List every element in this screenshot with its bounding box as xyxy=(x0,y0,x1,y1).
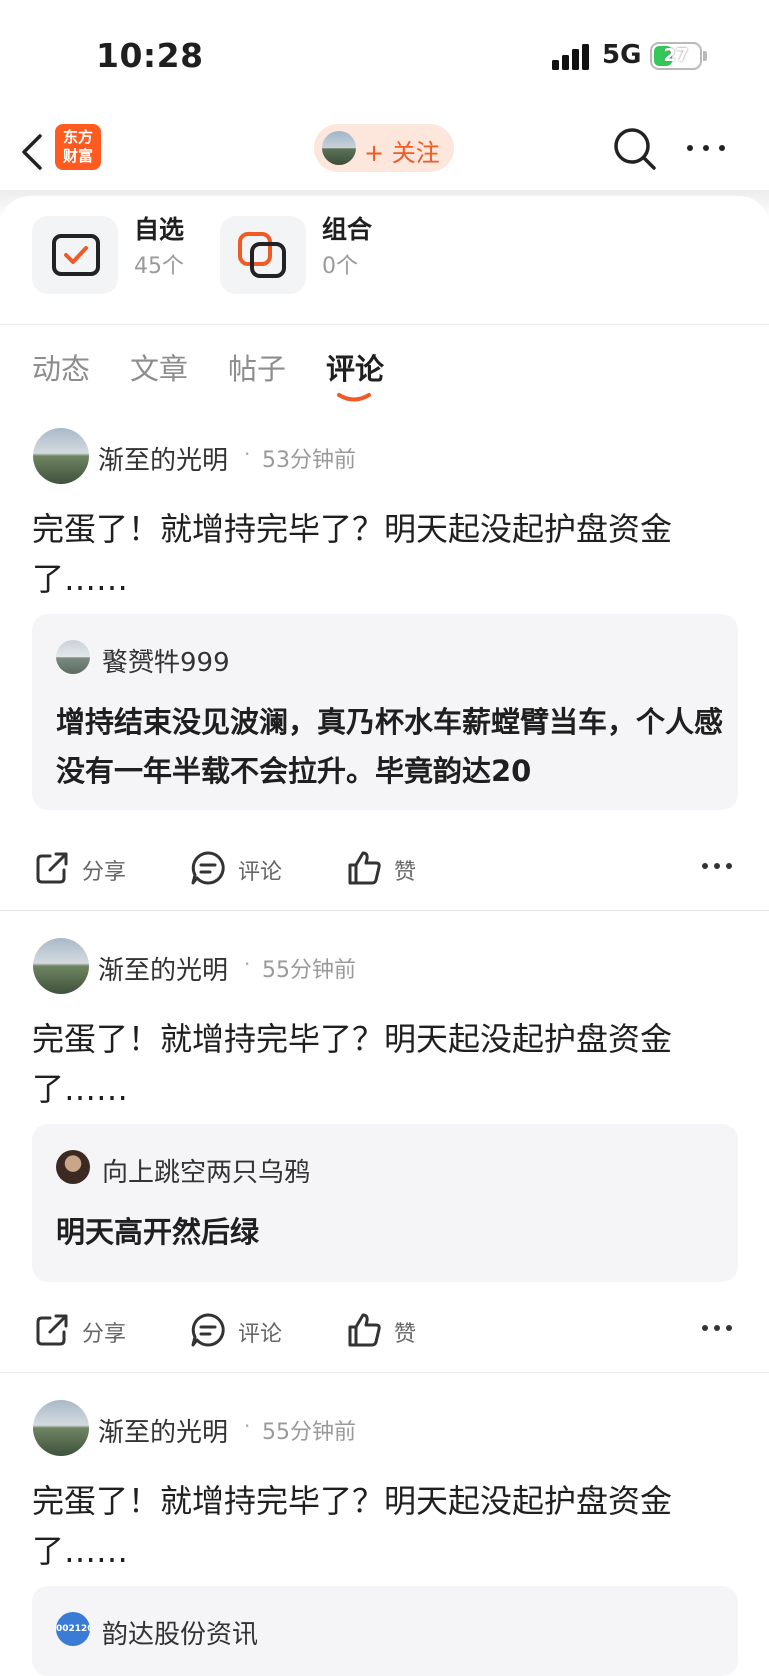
tab-active-indicator xyxy=(337,393,371,402)
quote-author: 韵达股份资讯 xyxy=(102,1620,259,1650)
checkbox-icon xyxy=(52,234,100,276)
battery-tip xyxy=(703,51,707,61)
portfolio-label: 组合 xyxy=(322,215,373,244)
tab-activity[interactable]: 动态 xyxy=(32,346,90,388)
quote-text: 明天高开然后绿 xyxy=(56,1215,260,1249)
comment-card: 渐至的光明 · 55分钟前 完蛋了！就增持完毕了？明天起没起护盘资金了…… 向上… xyxy=(0,938,769,1374)
comment-label[interactable]: 评论 xyxy=(238,1316,282,1348)
comment-icon[interactable] xyxy=(190,850,226,886)
more-icon[interactable] xyxy=(684,140,728,156)
avatar xyxy=(322,131,356,165)
separator-dot: · xyxy=(244,1414,251,1438)
comment-label[interactable]: 评论 xyxy=(238,854,282,886)
divider xyxy=(0,910,769,911)
author-name[interactable]: 渐至的光明 xyxy=(98,950,228,987)
more-icon[interactable] xyxy=(700,1322,734,1334)
profile-tools-panel: 自选 45个 组合 0个 xyxy=(0,196,769,326)
portfolio-icon xyxy=(238,232,286,278)
like-icon[interactable] xyxy=(346,1312,382,1348)
watchlist-count: 45个 xyxy=(134,254,184,279)
post-time: 55分钟前 xyxy=(262,1420,356,1445)
portfolio-button[interactable] xyxy=(220,216,306,294)
watchlist-label: 自选 xyxy=(134,215,185,244)
tab-articles[interactable]: 文章 xyxy=(130,346,188,388)
avatar[interactable] xyxy=(33,938,89,994)
post-time: 53分钟前 xyxy=(262,448,356,473)
quoted-post[interactable]: 饏赟牪999 增持结束没见波澜，真乃杯水车薪螳臂当车，个人感没有一年半载不会拉升… xyxy=(32,614,738,810)
separator-dot: · xyxy=(244,442,251,466)
quote-author: 饏赟牪999 xyxy=(102,648,230,678)
tab-bar: 动态 文章 帖子 评论 xyxy=(0,330,769,410)
status-time: 10:28 xyxy=(96,36,204,75)
like-icon[interactable] xyxy=(346,850,382,886)
post-time: 55分钟前 xyxy=(262,958,356,983)
status-bar: 10:28 5G 27 xyxy=(0,0,769,110)
search-icon[interactable] xyxy=(612,126,658,172)
author-name[interactable]: 渐至的光明 xyxy=(98,1412,228,1449)
app-logo: 东方 财富 xyxy=(55,124,101,170)
divider xyxy=(0,324,769,325)
quoted-post[interactable]: 002120 韵达股份资讯 xyxy=(32,1586,738,1676)
quote-author: 向上跳空两只乌鸦 xyxy=(102,1158,311,1188)
tab-comments[interactable]: 评论 xyxy=(326,346,384,388)
network-label: 5G xyxy=(602,40,642,70)
follow-button[interactable]: + 关注 xyxy=(314,124,454,172)
follow-label: + 关注 xyxy=(364,139,440,167)
battery-level: 27 xyxy=(663,45,689,66)
nav-bar: 东方 财富 + 关注 xyxy=(0,110,769,196)
comment-content[interactable]: 完蛋了！就增持完毕了？明天起没起护盘资金了…… xyxy=(32,1014,732,1114)
signal-icon xyxy=(552,44,589,70)
action-bar: 分享 评论 赞 xyxy=(0,1300,769,1360)
watchlist-button[interactable] xyxy=(32,216,118,294)
quoted-post[interactable]: 向上跳空两只乌鸦 明天高开然后绿 xyxy=(32,1124,738,1282)
comment-icon[interactable] xyxy=(190,1312,226,1348)
divider xyxy=(0,1372,769,1373)
tab-posts[interactable]: 帖子 xyxy=(228,346,286,388)
avatar[interactable] xyxy=(33,428,89,484)
stock-code-badge: 002120 xyxy=(56,1612,94,1646)
portfolio-count: 0个 xyxy=(322,254,358,279)
author-name[interactable]: 渐至的光明 xyxy=(98,440,228,477)
separator-dot: · xyxy=(244,952,251,976)
avatar xyxy=(56,640,90,674)
share-icon[interactable] xyxy=(34,1312,70,1348)
comment-card: 渐至的光明 · 55分钟前 完蛋了！就增持完毕了？明天起没起护盘资金了…… 00… xyxy=(0,1400,769,1676)
like-label[interactable]: 赞 xyxy=(394,854,416,886)
battery-icon: 27 xyxy=(650,42,702,70)
share-icon[interactable] xyxy=(34,850,70,886)
back-arrow-icon[interactable] xyxy=(18,130,48,174)
quote-text: 增持结束没见波澜，真乃杯水车薪螳臂当车，个人感没有一年半载不会拉升。毕竟韵达20 xyxy=(56,705,724,788)
share-label[interactable]: 分享 xyxy=(82,1316,126,1348)
avatar[interactable] xyxy=(33,1400,89,1456)
more-icon[interactable] xyxy=(700,860,734,872)
comment-content[interactable]: 完蛋了！就增持完毕了？明天起没起护盘资金了…… xyxy=(32,504,732,604)
action-bar: 分享 评论 赞 xyxy=(0,838,769,898)
comment-card: 渐至的光明 · 53分钟前 完蛋了！就增持完毕了？明天起没起护盘资金了…… 饏赟… xyxy=(0,428,769,912)
like-label[interactable]: 赞 xyxy=(394,1316,416,1348)
share-label[interactable]: 分享 xyxy=(82,854,126,886)
avatar xyxy=(56,1150,90,1184)
comment-content[interactable]: 完蛋了！就增持完毕了？明天起没起护盘资金了…… xyxy=(32,1476,732,1576)
